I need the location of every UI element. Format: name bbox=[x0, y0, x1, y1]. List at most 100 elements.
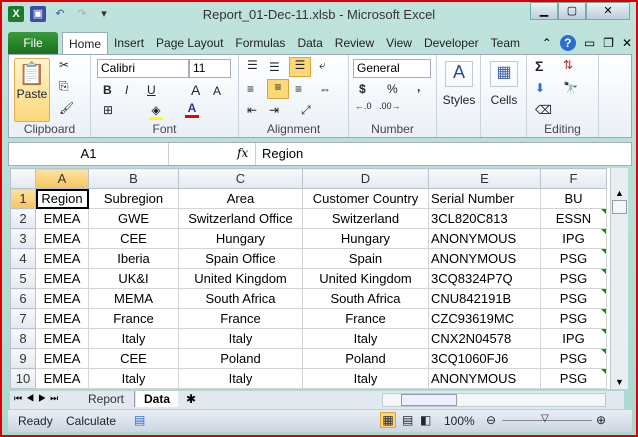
increase-decimal-icon[interactable]: ←.0 bbox=[355, 101, 372, 111]
row-header[interactable]: 1 bbox=[11, 189, 36, 209]
page-layout-view-icon[interactable]: ▤ bbox=[402, 413, 413, 427]
formula-input[interactable]: Region bbox=[255, 143, 613, 165]
tab-data[interactable]: Data bbox=[291, 32, 328, 54]
cell[interactable]: ANONYMOUS bbox=[429, 229, 541, 249]
cell[interactable]: Spain bbox=[303, 249, 429, 269]
tab-file[interactable]: File bbox=[8, 32, 58, 54]
cell[interactable]: PSG bbox=[541, 249, 607, 269]
column-header[interactable]: D bbox=[303, 169, 429, 189]
select-all-corner[interactable] bbox=[11, 169, 36, 189]
font-color-icon[interactable]: A bbox=[185, 101, 199, 118]
font-name-select[interactable]: Calibri bbox=[97, 59, 189, 78]
cell[interactable]: United Kingdom bbox=[179, 269, 303, 289]
comma-button[interactable]: , bbox=[417, 80, 420, 94]
decrease-decimal-icon[interactable]: .00→ bbox=[379, 101, 401, 111]
cell[interactable]: Italy bbox=[179, 369, 303, 389]
cell[interactable]: Region bbox=[36, 189, 89, 209]
row-header[interactable]: 8 bbox=[11, 329, 36, 349]
cell[interactable]: 3CL820C813 bbox=[429, 209, 541, 229]
help-icon[interactable]: ? bbox=[560, 35, 576, 51]
cells-button[interactable]: Cells bbox=[481, 93, 527, 107]
row-header[interactable]: 4 bbox=[11, 249, 36, 269]
grow-font-icon[interactable]: A bbox=[191, 82, 200, 98]
zoom-slider-thumb[interactable]: ▽ bbox=[541, 413, 549, 424]
tab-insert[interactable]: Insert bbox=[108, 32, 150, 54]
cell[interactable]: ESSN bbox=[541, 209, 607, 229]
maximize-button[interactable]: ▢ bbox=[558, 2, 586, 20]
cell[interactable]: CNU842191B bbox=[429, 289, 541, 309]
row-header[interactable]: 10 bbox=[11, 369, 36, 389]
cell[interactable]: ANONYMOUS bbox=[429, 369, 541, 389]
tab-team[interactable]: Team bbox=[485, 32, 526, 54]
workbook-close-icon[interactable]: ✕ bbox=[622, 36, 632, 50]
close-button[interactable]: ✕ bbox=[586, 2, 630, 20]
row-header[interactable]: 9 bbox=[11, 349, 36, 369]
cell[interactable]: 3CQ8324P7Q bbox=[429, 269, 541, 289]
cell[interactable]: Poland bbox=[303, 349, 429, 369]
tab-formulas[interactable]: Formulas bbox=[229, 32, 291, 54]
merge-center-icon[interactable]: ⇔ bbox=[319, 82, 331, 96]
column-header[interactable]: B bbox=[89, 169, 179, 189]
insert-sheet-icon[interactable]: ✱ bbox=[186, 392, 196, 406]
cell[interactable]: EMEA bbox=[36, 309, 89, 329]
italic-button[interactable]: I bbox=[125, 83, 128, 97]
cell[interactable]: Hungary bbox=[303, 229, 429, 249]
page-break-view-icon[interactable]: ◧ bbox=[420, 413, 431, 427]
insert-function-button[interactable]: fx bbox=[237, 146, 248, 160]
increase-indent-icon[interactable]: ⇥ bbox=[269, 103, 279, 117]
tab-view[interactable]: View bbox=[380, 32, 418, 54]
cell[interactable]: CZC93619MC bbox=[429, 309, 541, 329]
tab-page-layout[interactable]: Page Layout bbox=[150, 32, 229, 54]
name-box[interactable]: A1 bbox=[9, 143, 169, 165]
cell[interactable]: Spain Office bbox=[179, 249, 303, 269]
vertical-scrollbar[interactable]: ▲ ▼ bbox=[610, 168, 628, 389]
autosum-button[interactable]: Σ bbox=[535, 58, 543, 74]
format-painter-icon[interactable]: 🖌 bbox=[59, 101, 74, 115]
cells-group[interactable]: ▦ Cells bbox=[481, 55, 527, 137]
cell[interactable]: CEE bbox=[89, 229, 179, 249]
align-right-icon[interactable]: ≡ bbox=[295, 82, 302, 96]
cell[interactable]: Area bbox=[179, 189, 303, 209]
styles-group[interactable]: A Styles bbox=[437, 55, 481, 137]
decrease-indent-icon[interactable]: ⇤ bbox=[247, 103, 257, 117]
cell[interactable]: EMEA bbox=[36, 289, 89, 309]
cell[interactable]: South Africa bbox=[303, 289, 429, 309]
scroll-up-icon[interactable]: ▲ bbox=[611, 188, 628, 198]
percent-button[interactable]: % bbox=[387, 82, 398, 96]
row-header[interactable]: 3 bbox=[11, 229, 36, 249]
cell[interactable]: Italy bbox=[89, 369, 179, 389]
align-top-icon[interactable]: ☰ bbox=[247, 58, 258, 72]
cell[interactable]: EMEA bbox=[36, 229, 89, 249]
font-size-select[interactable]: 11 bbox=[189, 59, 231, 78]
align-center-icon[interactable]: ≡ bbox=[267, 79, 289, 99]
cell[interactable]: Poland bbox=[179, 349, 303, 369]
column-header[interactable]: C bbox=[179, 169, 303, 189]
paste-button[interactable]: 📋 Paste bbox=[14, 58, 50, 122]
sheet-nav-icons[interactable]: ⏮◀▶⏭ bbox=[14, 393, 62, 404]
cell[interactable]: Italy bbox=[179, 329, 303, 349]
cell[interactable]: MEMA bbox=[89, 289, 179, 309]
sort-filter-icon[interactable]: ⇅ bbox=[563, 58, 573, 72]
cell[interactable]: EMEA bbox=[36, 249, 89, 269]
tab-developer[interactable]: Developer bbox=[418, 32, 485, 54]
row-header[interactable]: 6 bbox=[11, 289, 36, 309]
cell[interactable]: PSG bbox=[541, 369, 607, 389]
sheet-tab-data[interactable]: Data bbox=[136, 391, 178, 407]
collapse-ribbon-icon[interactable]: ⌃ bbox=[542, 36, 552, 50]
currency-button[interactable]: $ bbox=[359, 82, 366, 96]
clear-icon[interactable]: ⌫ bbox=[535, 103, 552, 117]
cell[interactable]: France bbox=[179, 309, 303, 329]
horizontal-scroll-thumb[interactable] bbox=[401, 394, 457, 406]
borders-icon[interactable]: ⊞ bbox=[103, 103, 113, 117]
styles-button[interactable]: Styles bbox=[437, 93, 481, 107]
column-header[interactable]: E bbox=[429, 169, 541, 189]
cell[interactable]: GWE bbox=[89, 209, 179, 229]
cell[interactable]: Switzerland Office bbox=[179, 209, 303, 229]
bold-button[interactable]: B bbox=[103, 83, 112, 97]
cell[interactable]: CEE bbox=[89, 349, 179, 369]
wrap-text-icon[interactable]: ⤶ bbox=[319, 58, 326, 73]
scroll-thumb[interactable] bbox=[612, 200, 627, 214]
cell[interactable]: EMEA bbox=[36, 269, 89, 289]
scroll-down-icon[interactable]: ▼ bbox=[611, 377, 628, 387]
cell[interactable]: United Kingdom bbox=[303, 269, 429, 289]
